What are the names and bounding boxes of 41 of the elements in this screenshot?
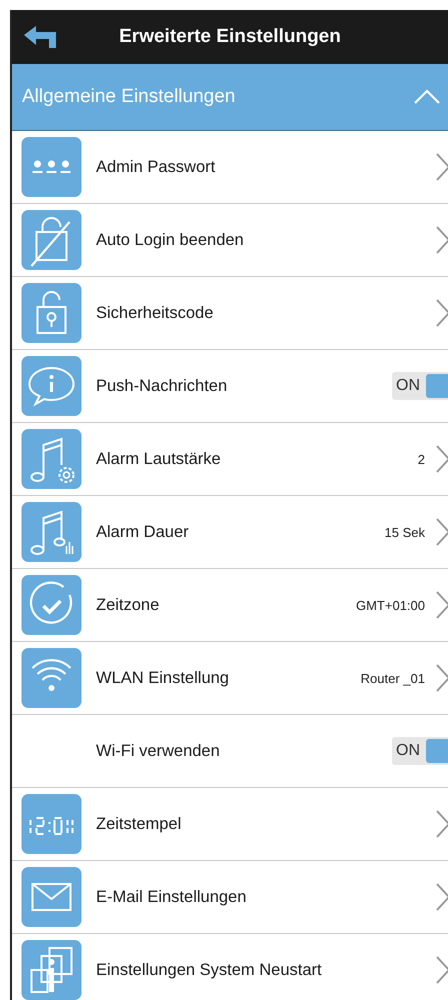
envelope-icon xyxy=(21,867,82,927)
music-gear-icon xyxy=(21,429,82,489)
screen-title: Erweiterte Einstellungen xyxy=(118,26,342,48)
digital-clock-icon xyxy=(21,794,82,854)
chevron-right-icon[interactable] xyxy=(435,298,448,328)
setting-label[interactable]: Push-Nachrichten xyxy=(96,376,392,396)
toggle-switch[interactable]: ON xyxy=(392,372,448,400)
setting-label[interactable]: Zeitzone xyxy=(96,596,356,614)
chevron-right-icon[interactable] xyxy=(435,663,448,693)
wifi-icon xyxy=(21,648,82,708)
chevron-right-icon[interactable] xyxy=(435,809,448,839)
setting-label[interactable]: E-Mail Einstellungen xyxy=(96,888,435,906)
chevron-right-icon[interactable] xyxy=(435,590,448,620)
info-bubble-icon xyxy=(21,356,82,416)
setting-label[interactable]: WLAN Einstellung xyxy=(96,668,361,688)
dots-icon xyxy=(21,137,82,197)
setting-label[interactable]: Alarm Lautstärke xyxy=(96,450,418,468)
lock-icon xyxy=(21,283,82,343)
toggle-switch[interactable]: ON xyxy=(392,737,448,765)
back-arrow-icon[interactable] xyxy=(24,26,58,48)
setting-label[interactable]: Zeitstempel xyxy=(96,814,435,834)
chevron-up-icon[interactable] xyxy=(414,89,440,105)
chevron-right-icon[interactable] xyxy=(435,882,448,912)
chevron-right-icon[interactable] xyxy=(435,152,448,182)
setting-value: Router _01 xyxy=(360,670,425,686)
chevron-right-icon[interactable] xyxy=(435,517,448,547)
setting-label[interactable]: Alarm Dauer xyxy=(96,522,385,542)
setting-label[interactable]: Wi-Fi verwenden xyxy=(96,742,392,760)
chevron-right-icon[interactable] xyxy=(435,955,448,985)
setting-value: GMT+01:00 xyxy=(356,598,425,612)
setting-label[interactable]: Einstellungen System Neustart xyxy=(96,960,435,980)
music-note-icon xyxy=(21,502,82,562)
setting-value: 2 xyxy=(418,452,425,466)
setting-value: 15 Sek xyxy=(384,524,425,540)
section-title: Allgemeine Einstellungen xyxy=(22,86,236,108)
setting-label[interactable]: Admin Passwort xyxy=(96,158,435,176)
chevron-right-icon[interactable] xyxy=(435,225,448,255)
setting-label[interactable]: Sicherheitscode xyxy=(96,304,435,322)
chevron-right-icon[interactable] xyxy=(435,444,448,474)
crossed-lock-icon xyxy=(21,210,82,270)
setting-label[interactable]: Auto Login beenden xyxy=(96,230,435,250)
